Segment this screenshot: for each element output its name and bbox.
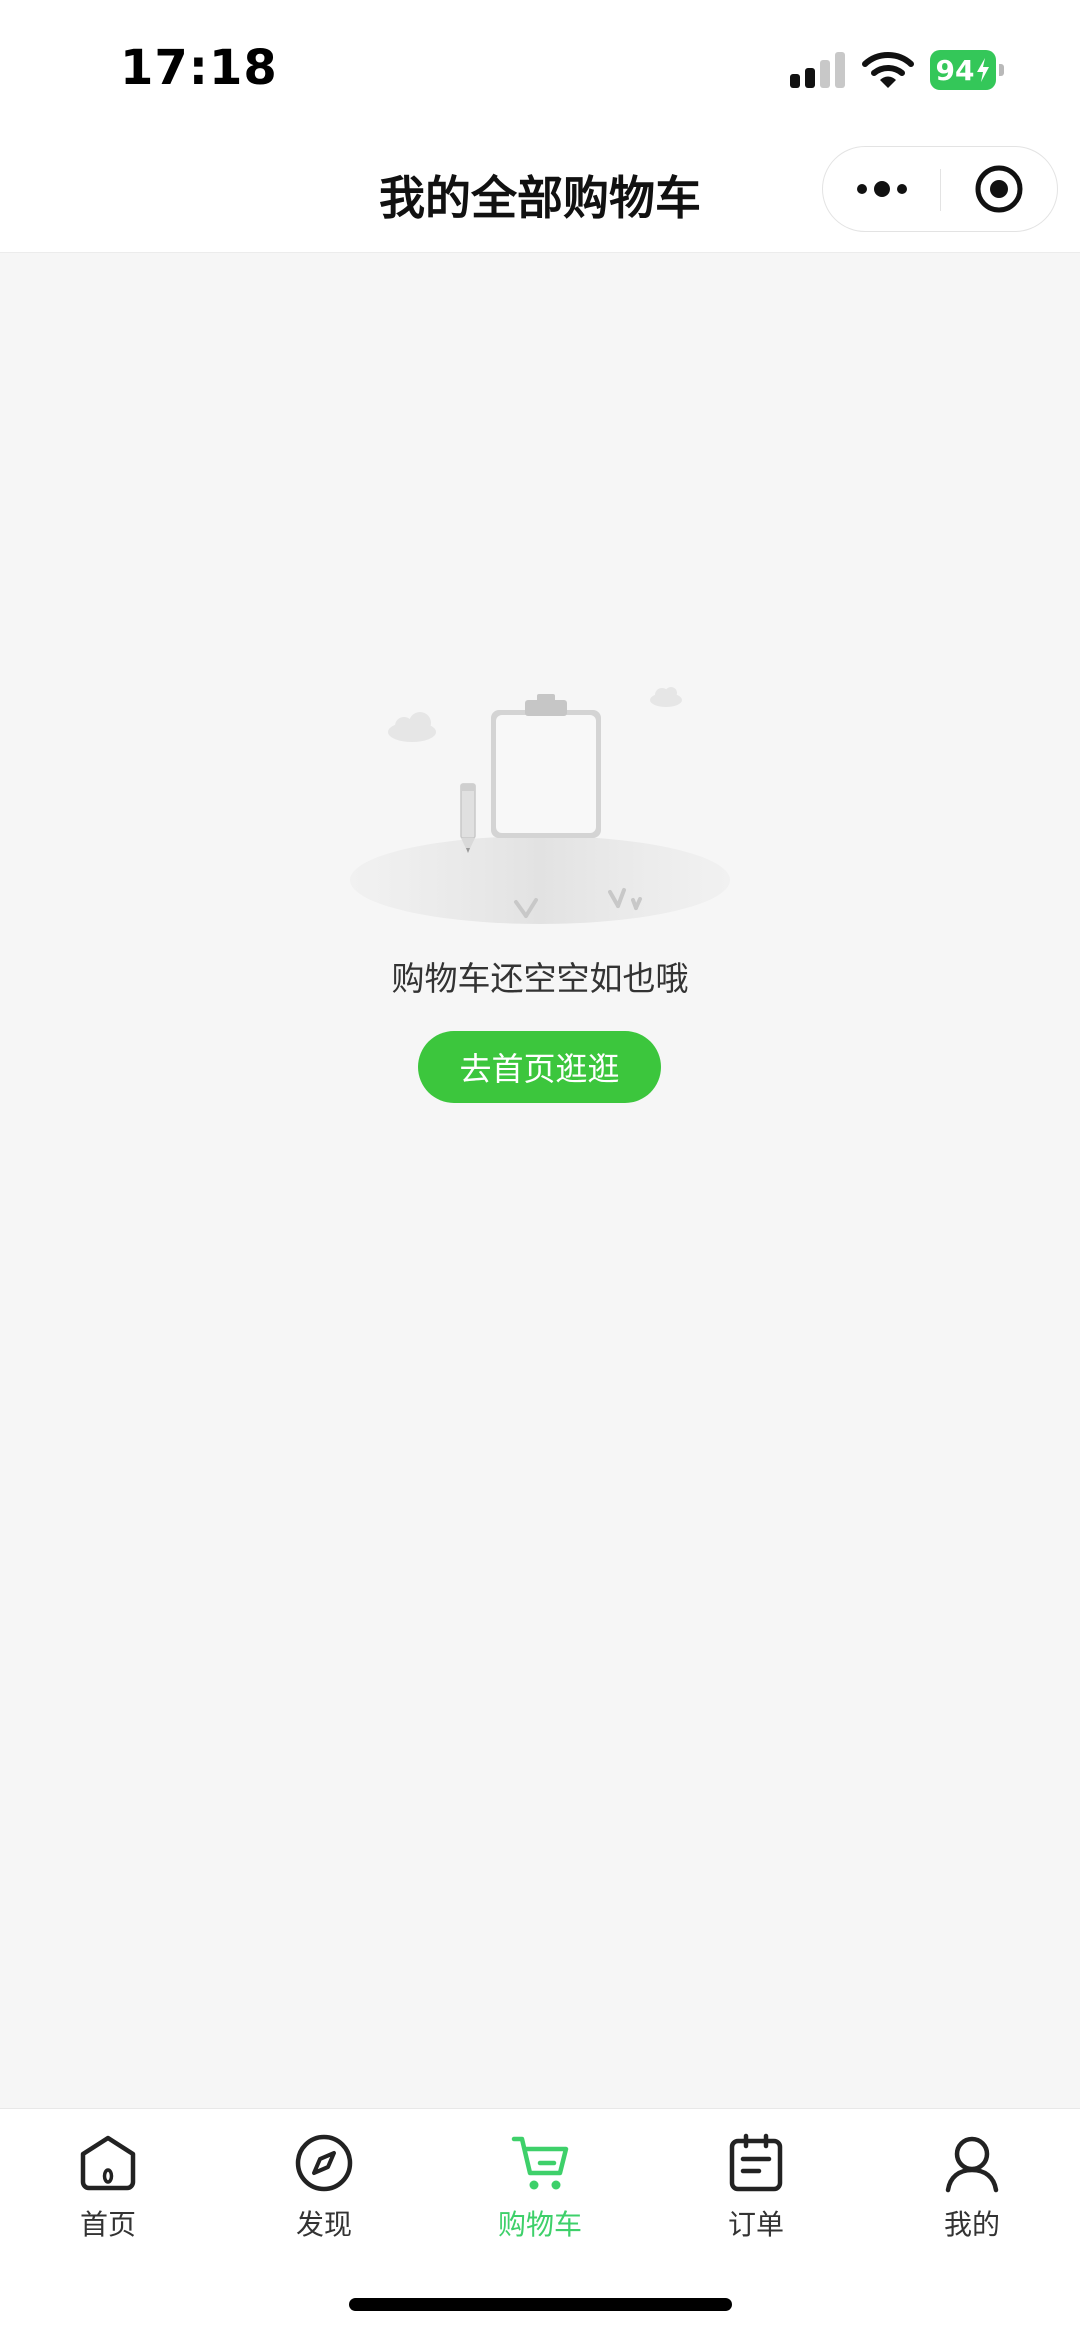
profile-icon bbox=[945, 2136, 999, 2193]
battery-level: 94 bbox=[935, 53, 975, 87]
tab-label-orders: 订单 bbox=[727, 2208, 784, 2241]
close-button[interactable] bbox=[941, 147, 1057, 231]
tab-label-home: 首页 bbox=[79, 2208, 136, 2241]
status-time: 17:18 bbox=[120, 40, 278, 96]
tab-label-discover: 发现 bbox=[295, 2208, 352, 2241]
home-icon bbox=[80, 2135, 136, 2191]
tab-profile[interactable]: 我的 bbox=[864, 2121, 1080, 2251]
wifi-icon bbox=[862, 50, 914, 90]
mini-program-capsule bbox=[822, 146, 1058, 232]
battery-charging-icon: 94 bbox=[930, 50, 1004, 90]
go-home-button[interactable]: 去首页逛逛 bbox=[418, 1031, 661, 1103]
status-bar: 17:18 94 bbox=[0, 0, 1080, 140]
home-indicator[interactable] bbox=[349, 2298, 732, 2311]
tab-orders[interactable]: 订单 bbox=[648, 2121, 864, 2251]
order-icon bbox=[729, 2133, 783, 2192]
tab-cart[interactable]: 购物车 bbox=[432, 2121, 648, 2251]
cart-icon bbox=[511, 2136, 569, 2190]
target-close-icon bbox=[975, 165, 1023, 213]
empty-cart-message: 购物车还空空如也哦 bbox=[391, 959, 689, 998]
signal-icon bbox=[790, 52, 846, 88]
navigation-bar: 我的全部购物车 bbox=[0, 140, 1080, 253]
more-button[interactable] bbox=[823, 147, 940, 231]
more-dots-icon bbox=[856, 181, 907, 197]
compass-icon bbox=[295, 2134, 353, 2192]
tab-label-profile: 我的 bbox=[943, 2208, 1000, 2241]
tab-discover[interactable]: 发现 bbox=[216, 2121, 432, 2251]
tab-home[interactable]: 首页 bbox=[0, 2121, 216, 2251]
tab-label-cart: 购物车 bbox=[497, 2208, 582, 2241]
empty-clipboard-illustration bbox=[340, 680, 740, 940]
